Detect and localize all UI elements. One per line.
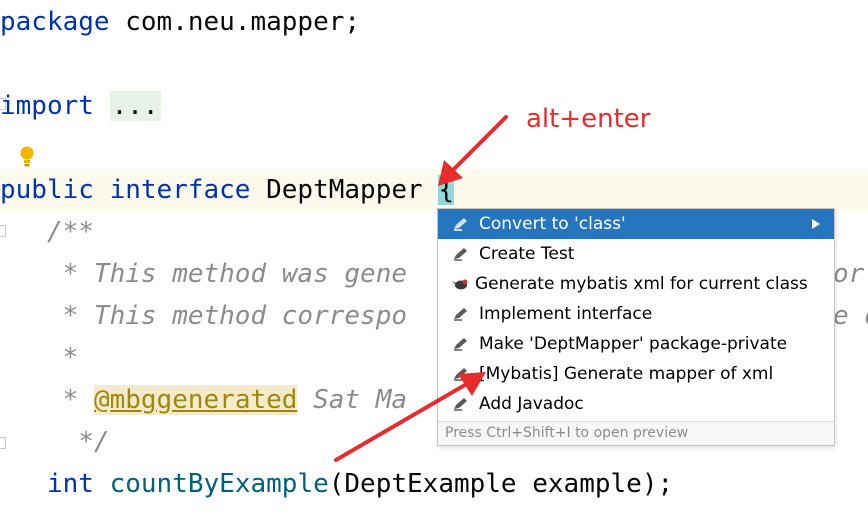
arrow-to-menu-item <box>334 372 486 462</box>
arrow-to-brace <box>438 115 508 186</box>
annotation-arrows <box>334 115 508 462</box>
